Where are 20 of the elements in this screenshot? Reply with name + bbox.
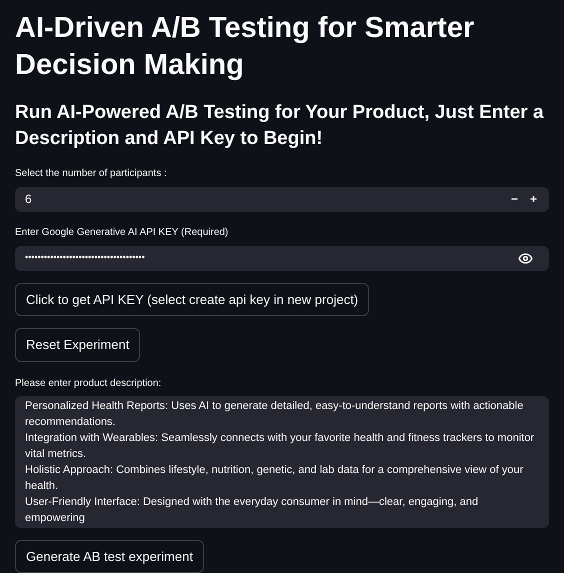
page-title: AI-Driven A/B Testing for Smarter Decision Making xyxy=(15,11,476,83)
action-button[interactable]: Click to get API KEY (select create api key in new project) xyxy=(15,282,370,316)
page-subtitle: Run AI-Powered A/B Testing for Your Product, Just Enter a Description and API Key to Begin! xyxy=(15,101,545,151)
field-label: Enter Google Generative AI API KEY (Required) xyxy=(15,226,230,240)
input-value: 6 xyxy=(25,191,33,208)
show-password-icon[interactable] xyxy=(518,250,533,266)
description-paragraph: Personalized Health Reports: Uses AI to generate detailed, easy-to-understand reports with actionable recommendations. xyxy=(25,398,524,430)
description-paragraph: User-Friendly Interface: Designed with the everyday consumer in mind—clear, engaging, and empowering xyxy=(25,494,480,526)
description-paragraph: Integration with Wearables: Seamlessly connects with your favorite health and fitness trackers to monitor vital metrics. xyxy=(25,430,536,462)
input-value: •••••••••••••••••••••••••••••••••••••• xyxy=(25,251,146,264)
decrement-button[interactable]: − xyxy=(504,190,524,208)
action-button[interactable]: Generate AB test experiment xyxy=(15,540,204,573)
password-input[interactable]: •••••••••••••••••••••••••••••••••••••• xyxy=(15,246,549,270)
description-paragraph: Holistic Approach: Combines lifestyle, nutrition, genetic, and lab data for a comprehensive view of your health. xyxy=(25,462,524,494)
increment-button[interactable]: + xyxy=(524,190,543,208)
action-button[interactable]: Reset Experiment xyxy=(15,328,140,362)
field-label: Please enter product description: xyxy=(15,376,162,390)
field-label: Select the number of participants : xyxy=(15,167,168,181)
number-input[interactable]: 6 − + xyxy=(15,187,549,212)
description-textarea[interactable] xyxy=(15,396,549,528)
